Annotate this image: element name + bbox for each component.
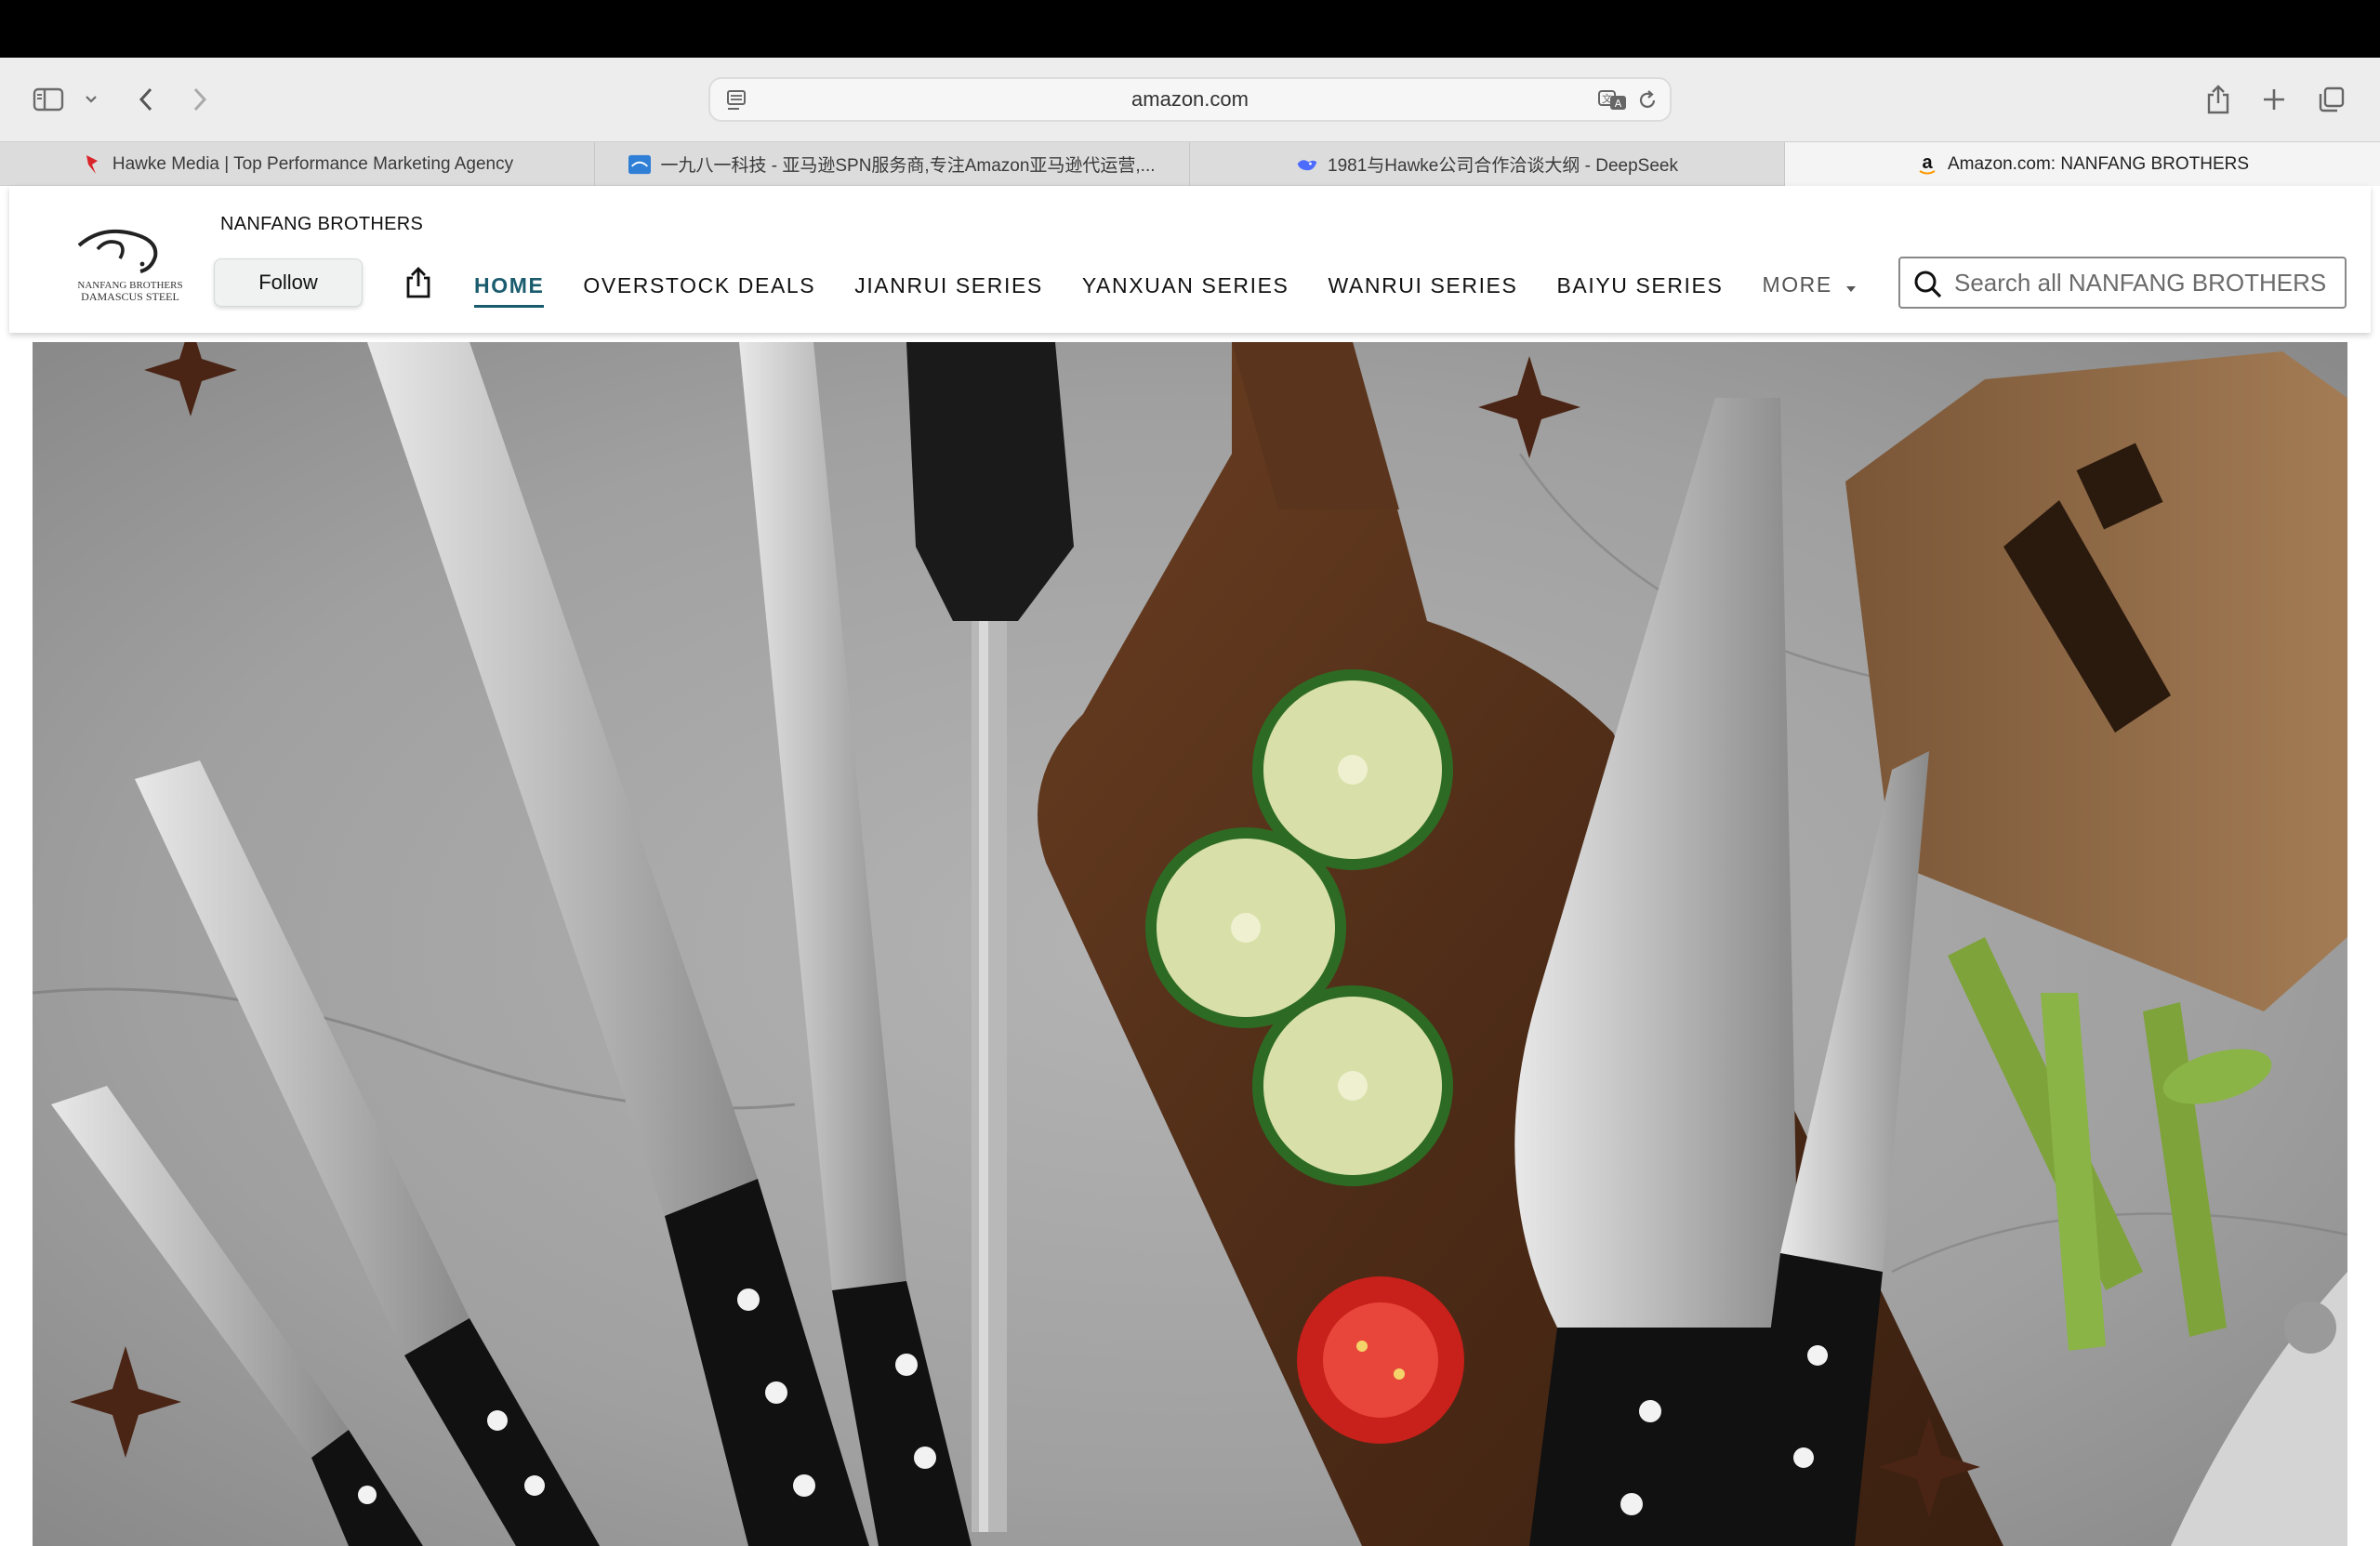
nav-jianrui-series[interactable]: JIANRUI SERIES: [854, 273, 1043, 298]
share-icon[interactable]: [2202, 76, 2235, 123]
tab-label: Amazon.com: NANFANG BROTHERS: [1947, 153, 2250, 174]
tab-label: 1981与Hawke公司合作洽谈大纲 - DeepSeek: [1328, 156, 1678, 176]
web-page: NANFANG BROTHERS DAMASCUS STEEL NANFANG …: [0, 186, 2380, 1546]
svg-text:A: A: [1615, 98, 1622, 110]
nav-yanxuan-series[interactable]: YANXUAN SERIES: [1082, 273, 1289, 298]
hero-banner[interactable]: [33, 342, 2347, 1546]
new-tab-icon[interactable]: [2257, 76, 2291, 123]
deepseek-favicon-icon: [1296, 153, 1318, 176]
store-header: NANFANG BROTHERS DAMASCUS STEEL NANFANG …: [9, 186, 2371, 333]
tab-bar: Hawke Media | Top Performance Marketing …: [0, 141, 2380, 186]
url-text: amazon.com: [1131, 87, 1249, 111]
nav-overstock-deals[interactable]: OVERSTOCK DEALS: [583, 273, 815, 298]
nav-more[interactable]: MORE: [1762, 272, 1856, 298]
reload-icon[interactable]: [1636, 88, 1659, 117]
hawke-favicon-icon: [81, 153, 103, 176]
tab-label: 一九八一科技 - 亚马逊SPN服务商,专注Amazon亚马逊代运营,...: [660, 156, 1156, 176]
tab-hawke-media[interactable]: Hawke Media | Top Performance Marketing …: [0, 142, 595, 186]
nav-more-label: MORE: [1762, 271, 1832, 297]
logo-line2: DAMASCUS STEEL: [81, 290, 179, 303]
back-icon[interactable]: [130, 76, 162, 123]
store-nav: HOME OVERSTOCK DEALS JIANRUI SERIES YANX…: [474, 262, 1896, 309]
store-search[interactable]: [1898, 257, 2347, 309]
amazon-favicon-icon: a: [1916, 153, 1938, 176]
nav-home[interactable]: HOME: [474, 273, 545, 308]
follow-button[interactable]: Follow: [214, 258, 363, 307]
tab-label: Hawke Media | Top Performance Marketing …: [112, 153, 514, 174]
caret-down-icon: [1845, 273, 1857, 298]
translate-icon[interactable]: 文A: [1597, 88, 1629, 117]
store-search-input[interactable]: [1954, 264, 2335, 301]
tech-favicon-icon: [628, 153, 652, 176]
address-bar[interactable]: amazon.com 文A: [708, 77, 1672, 122]
forward-icon[interactable]: [184, 76, 216, 123]
chevron-down-icon[interactable]: [80, 76, 102, 123]
browser-toolbar: amazon.com 文A: [0, 58, 2380, 141]
nav-wanrui-series[interactable]: WANRUI SERIES: [1328, 273, 1517, 298]
tab-1981-tech[interactable]: 一九八一科技 - 亚马逊SPN服务商,专注Amazon亚马逊代运营,...: [595, 142, 1190, 186]
tab-overview-icon[interactable]: [2315, 76, 2348, 123]
brand-logo[interactable]: NANFANG BROTHERS DAMASCUS STEEL: [60, 218, 200, 303]
brand-name[interactable]: NANFANG BROTHERS: [220, 214, 423, 235]
nav-baiyu-series[interactable]: BAIYU SERIES: [1556, 273, 1723, 298]
share-store-icon[interactable]: [400, 264, 437, 301]
menu-bar-area: [0, 0, 2380, 58]
sidebar-icon[interactable]: [28, 76, 69, 123]
search-icon: [1913, 270, 1943, 304]
tab-amazon-nanfang[interactable]: a Amazon.com: NANFANG BROTHERS: [1785, 142, 2380, 186]
knife-set-photo: [33, 342, 2347, 1546]
tab-deepseek[interactable]: 1981与Hawke公司合作洽谈大纲 - DeepSeek: [1190, 142, 1785, 186]
svg-text:a: a: [1922, 153, 1933, 173]
